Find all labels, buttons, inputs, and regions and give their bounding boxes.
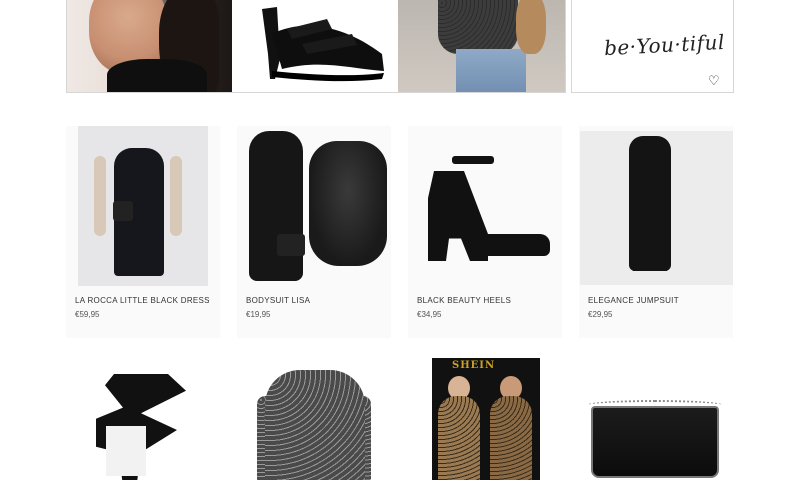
heart-icon: ♡ (708, 73, 720, 88)
product-image[interactable] (237, 126, 391, 286)
product-card[interactable]: BODYSUIT LISA €19,95 (237, 126, 391, 338)
hero-image-woman (67, 0, 233, 92)
product-image-lace-up-heel[interactable] (66, 356, 220, 480)
hero-image-heel (232, 0, 398, 92)
product-price: €59,95 (75, 310, 100, 319)
product-price: €19,95 (246, 310, 271, 319)
product-card[interactable]: ELEGANCE JUMPSUIT €29,95 (579, 126, 733, 338)
product-image-leopard-dress[interactable]: SHEIN (408, 356, 562, 480)
product-name[interactable]: BODYSUIT LISA (246, 296, 310, 305)
product-card[interactable]: LA ROCCA LITTLE BLACK DRESS €59,95 (66, 126, 220, 338)
quote-text: be·You·tiful (603, 29, 726, 61)
hero-image-blouse (397, 0, 565, 92)
product-image[interactable] (408, 126, 562, 286)
product-image-chain-clutch[interactable] (579, 356, 733, 480)
heel-sandal-graphic (262, 7, 385, 82)
product-image[interactable] (579, 126, 733, 286)
product-name[interactable]: BLACK BEAUTY HEELS (417, 296, 511, 305)
product-price: €29,95 (588, 310, 613, 319)
product-name[interactable]: ELEGANCE JUMPSUIT (588, 296, 679, 305)
product-card[interactable]: BLACK BEAUTY HEELS €34,95 (408, 126, 562, 338)
product-image[interactable] (66, 126, 220, 286)
product-name[interactable]: LA ROCCA LITTLE BLACK DRESS (75, 296, 210, 305)
brand-banner: SHEIN (452, 360, 496, 371)
product-image-mesh-bodysuit[interactable] (237, 356, 391, 480)
product-price: €34,95 (417, 310, 442, 319)
hero-collage (66, 0, 566, 93)
quote-banner: be·You·tiful ♡ (571, 0, 734, 93)
